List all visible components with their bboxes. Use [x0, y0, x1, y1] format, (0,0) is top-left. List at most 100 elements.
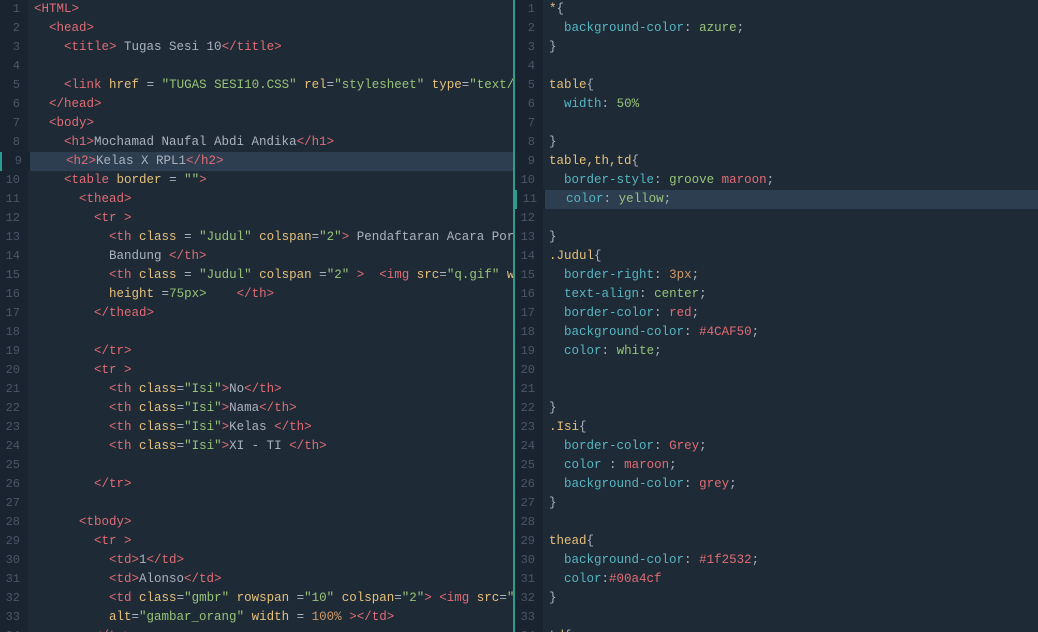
- line-number: 15: [0, 266, 28, 285]
- line-number: 21: [0, 380, 28, 399]
- code-line: 29 <tr >: [0, 532, 513, 551]
- line-content: <thead>: [28, 190, 513, 209]
- code-line: 7 <body>: [0, 114, 513, 133]
- line-content: <tr >: [28, 532, 513, 551]
- line-number: 7: [515, 114, 543, 133]
- line-number: 24: [0, 437, 28, 456]
- code-line: 15 border-right: 3px;: [515, 266, 1038, 285]
- line-content: Bandung </th>: [28, 247, 513, 266]
- code-line: 22}: [515, 399, 1038, 418]
- code-line: 25: [0, 456, 513, 475]
- line-number: 19: [0, 342, 28, 361]
- code-line: 23.Isi{: [515, 418, 1038, 437]
- line-content: <title> Tugas Sesi 10</title>: [28, 38, 513, 57]
- code-line: 16 height =75px> </th>: [0, 285, 513, 304]
- line-content: }: [543, 133, 1038, 152]
- line-number: 22: [0, 399, 28, 418]
- html-code-area: 1<HTML>2 <head>3 <title> Tugas Sesi 10</…: [0, 0, 513, 632]
- line-number: 34: [0, 627, 28, 632]
- code-line: 6 width: 50%: [515, 95, 1038, 114]
- line-content: <HTML>: [28, 0, 513, 19]
- line-number: 28: [515, 513, 543, 532]
- line-content: <th class="Isi">Nama</th>: [28, 399, 513, 418]
- line-number: 32: [515, 589, 543, 608]
- line-number: 13: [0, 228, 28, 247]
- code-line: 28: [515, 513, 1038, 532]
- line-number: 31: [515, 570, 543, 589]
- line-number: 31: [0, 570, 28, 589]
- line-content: table{: [543, 76, 1038, 95]
- code-line: 31 color:#00a4cf: [515, 570, 1038, 589]
- line-number: 3: [0, 38, 28, 57]
- code-line: 6 </head>: [0, 95, 513, 114]
- line-content: color: yellow;: [545, 190, 1038, 209]
- code-line: 24 border-color: Grey;: [515, 437, 1038, 456]
- line-content: color: white;: [543, 342, 1038, 361]
- code-line: 19 color: white;: [515, 342, 1038, 361]
- line-number: 5: [515, 76, 543, 95]
- code-line: 9table,th,td{: [515, 152, 1038, 171]
- code-line: 2 background-color: azure;: [515, 19, 1038, 38]
- code-line: 31 <td>Alonso</td>: [0, 570, 513, 589]
- line-number: 20: [0, 361, 28, 380]
- line-number: 30: [515, 551, 543, 570]
- line-content: border-color: red;: [543, 304, 1038, 323]
- line-content: text-align: center;: [543, 285, 1038, 304]
- line-number: 25: [0, 456, 28, 475]
- line-content: </tr>: [28, 342, 513, 361]
- line-content: .Judul{: [543, 247, 1038, 266]
- line-number: 26: [0, 475, 28, 494]
- code-line: 11 <thead>: [0, 190, 513, 209]
- line-content: height =75px> </th>: [28, 285, 513, 304]
- code-line: 10 border-style: groove maroon;: [515, 171, 1038, 190]
- code-line: 13}: [515, 228, 1038, 247]
- code-line: 19 </tr>: [0, 342, 513, 361]
- code-line: 1<HTML>: [0, 0, 513, 19]
- line-content: }: [543, 38, 1038, 57]
- line-number: 28: [0, 513, 28, 532]
- line-content: </tr>: [28, 627, 513, 632]
- code-line: 17 </thead>: [0, 304, 513, 323]
- code-line: 3 <title> Tugas Sesi 10</title>: [0, 38, 513, 57]
- line-content: table,th,td{: [543, 152, 1038, 171]
- line-content: background-color: azure;: [543, 19, 1038, 38]
- line-number: 6: [0, 95, 28, 114]
- left-pane[interactable]: 1<HTML>2 <head>3 <title> Tugas Sesi 10</…: [0, 0, 515, 632]
- line-content: color : maroon;: [543, 456, 1038, 475]
- line-number: 34: [515, 627, 543, 632]
- line-content: <th class="Isi">XI - TI </th>: [28, 437, 513, 456]
- line-number: 25: [515, 456, 543, 475]
- code-line: 20 <tr >: [0, 361, 513, 380]
- line-number: 22: [515, 399, 543, 418]
- code-line: 22 <th class="Isi">Nama</th>: [0, 399, 513, 418]
- line-number: 13: [515, 228, 543, 247]
- line-content: </head>: [28, 95, 513, 114]
- right-pane[interactable]: 1*{2 background-color: azure;3}45table{6…: [515, 0, 1038, 632]
- code-line: 32 <td class="gmbr" rowspan ="10" colspa…: [0, 589, 513, 608]
- code-line: 9 <h2>Kelas X RPL1</h2>: [0, 152, 513, 171]
- line-content: <tbody>: [28, 513, 513, 532]
- code-line: 15 <th class = "Judul" colspan ="2" > <i…: [0, 266, 513, 285]
- code-line: 30 <td>1</td>: [0, 551, 513, 570]
- code-line: 7: [515, 114, 1038, 133]
- line-number: 2: [0, 19, 28, 38]
- line-content: alt="gambar_orang" width = 100% ></td>: [28, 608, 513, 627]
- code-line: 3}: [515, 38, 1038, 57]
- line-content: <td class="gmbr" rowspan ="10" colspan="…: [28, 589, 513, 608]
- line-number: 30: [0, 551, 28, 570]
- line-number: 3: [515, 38, 543, 57]
- line-content: background-color: #1f2532;: [543, 551, 1038, 570]
- line-number: 23: [0, 418, 28, 437]
- line-content: }: [543, 228, 1038, 247]
- line-content: background-color: grey;: [543, 475, 1038, 494]
- code-line: 26 background-color: grey;: [515, 475, 1038, 494]
- line-number: 8: [0, 133, 28, 152]
- code-line: 12 <tr >: [0, 209, 513, 228]
- line-content: thead{: [543, 532, 1038, 551]
- line-content: border-color: Grey;: [543, 437, 1038, 456]
- line-number: 29: [515, 532, 543, 551]
- line-content: </thead>: [28, 304, 513, 323]
- line-number: 18: [0, 323, 28, 342]
- code-line: 16 text-align: center;: [515, 285, 1038, 304]
- line-number: 2: [515, 19, 543, 38]
